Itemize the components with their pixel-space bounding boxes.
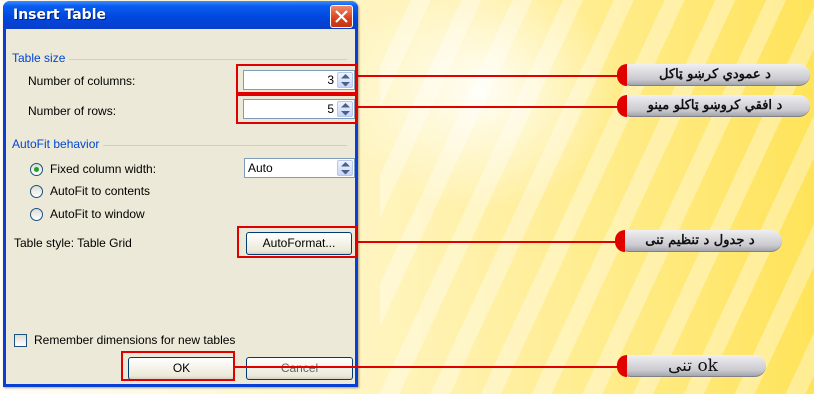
columns-callout-text: د عمودي کرښو ټاکل [659, 67, 771, 82]
remember-checkbox[interactable] [14, 334, 27, 347]
ok-connector [235, 366, 621, 368]
cancel-button[interactable]: Cancel [246, 357, 353, 380]
background-rays [380, 0, 814, 394]
rows-connector [358, 106, 620, 108]
autofit-group-label: AutoFit behavior [12, 137, 104, 151]
style-connector [357, 241, 619, 243]
spin-arrows-icon [341, 162, 350, 175]
autofit-window-radio[interactable] [30, 208, 43, 221]
ok-callout: ok تنی [617, 355, 766, 377]
columns-callout: د عمودي کرښو ټاکل [617, 64, 810, 86]
autofit-contents-radio[interactable] [30, 185, 43, 198]
fixed-width-value[interactable]: Auto [248, 161, 273, 175]
table-size-group-label: Table size [12, 51, 70, 65]
remember-label[interactable]: Remember dimensions for new tables [34, 333, 235, 347]
dialog-title: Insert Table [13, 7, 106, 23]
title-bar[interactable]: Insert Table [3, 1, 358, 29]
fixed-width-spin-buttons[interactable] [337, 160, 353, 176]
style-callout: د جدول د تنظیم تنی [615, 230, 782, 252]
close-icon [335, 10, 348, 23]
columns-highlight [236, 64, 358, 94]
columns-label: Number of columns: [28, 74, 136, 88]
fixed-width-spinner[interactable]: Auto [244, 158, 355, 178]
ok-highlight [121, 351, 235, 381]
insert-table-dialog: Insert Table Table size Number of column… [3, 1, 358, 387]
rows-highlight [236, 94, 358, 124]
close-button[interactable] [330, 5, 353, 28]
style-callout-text: د جدول د تنظیم تنی [645, 233, 755, 248]
rows-label: Number of rows: [28, 104, 117, 118]
ok-callout-text: ok تنی [668, 356, 718, 376]
columns-connector [358, 75, 620, 77]
autoformat-highlight [237, 226, 357, 258]
fixed-width-radio[interactable] [30, 163, 43, 176]
fixed-width-label[interactable]: Fixed column width: [50, 162, 156, 176]
rows-callout: د افقي کروښو ټاکلو مینو [617, 95, 810, 117]
table-style-label: Table style: Table Grid [14, 236, 132, 250]
autofit-contents-label[interactable]: AutoFit to contents [50, 184, 150, 198]
autofit-window-label[interactable]: AutoFit to window [50, 207, 145, 221]
rows-callout-text: د افقي کروښو ټاکلو مینو [647, 98, 783, 113]
